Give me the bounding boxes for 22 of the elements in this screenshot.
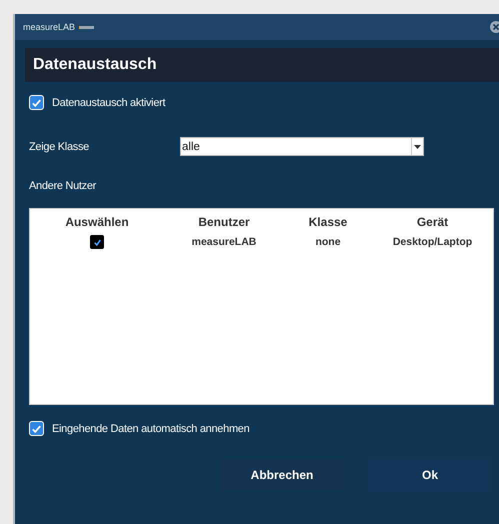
table-cell-text: measureLAB (190, 235, 258, 249)
column-header: Benutzer (197, 215, 251, 229)
app-logo: measureLAB (23, 22, 76, 32)
table-cell-text: none (314, 235, 342, 249)
table-cell-text: Desktop/Laptop (392, 235, 474, 249)
checkbox[interactable] (29, 95, 44, 110)
cancel-button[interactable]: Abbrechen (221, 459, 343, 491)
class-dropdown[interactable]: alle (180, 137, 424, 156)
caret-icon (414, 144, 421, 148)
dialog-heading: Datenaustausch (25, 48, 499, 82)
checkmark-icon (92, 236, 102, 248)
column-header: Klasse (308, 215, 348, 229)
checkbox[interactable] (29, 421, 44, 436)
column-header: Gerät (416, 215, 450, 229)
close-icon[interactable] (489, 20, 499, 34)
field-label: Zeige Klasse (29, 140, 90, 152)
checkbox-label: Eingehende Daten automatisch annehmen (52, 422, 250, 434)
section-label: Andere Nutzer (29, 180, 98, 192)
checkbox-label: Datenaustausch aktiviert (52, 96, 166, 108)
row-checkbox[interactable] (90, 235, 104, 249)
ok-button[interactable]: Ok (369, 459, 491, 491)
column-header: Auswählen (64, 215, 130, 229)
